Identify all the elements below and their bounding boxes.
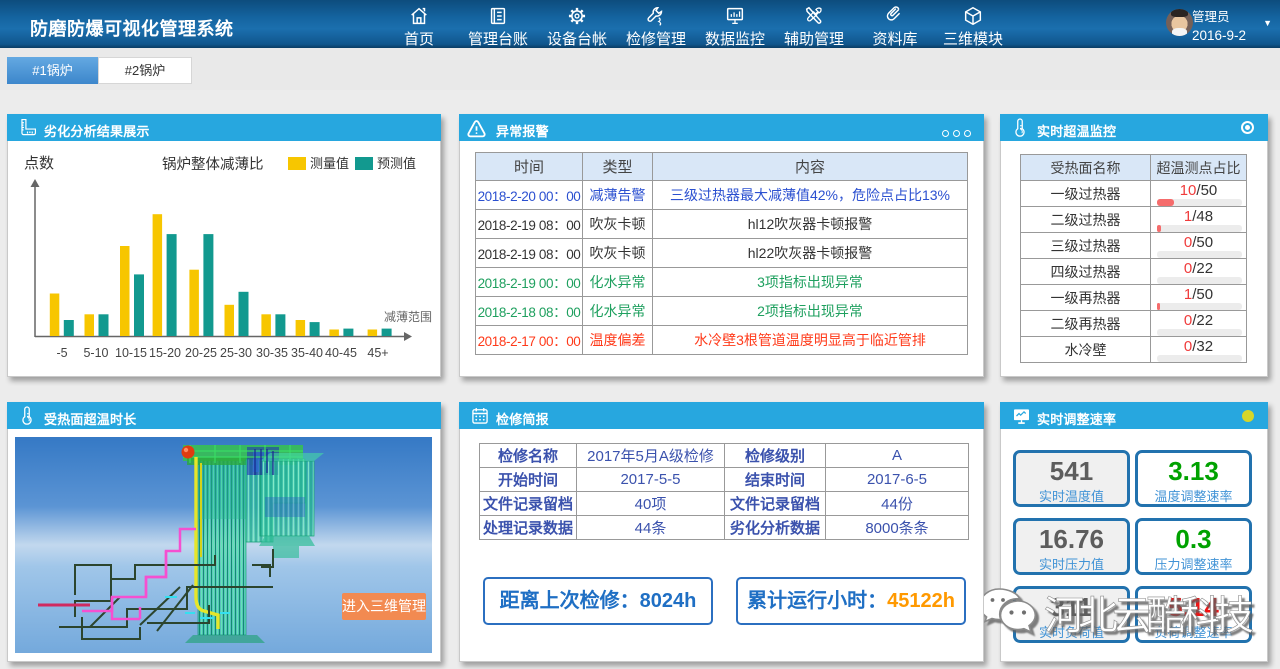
svg-text:10-15: 10-15 [115,346,147,360]
svg-text:30-35: 30-35 [256,346,288,360]
svg-text:40-45: 40-45 [325,346,357,360]
svg-text:45+: 45+ [367,346,388,360]
svg-text:点数: 点数 [24,155,54,172]
svg-text:35-40: 35-40 [291,346,323,360]
svg-text:15-20: 15-20 [149,346,181,360]
svg-text:-5: -5 [56,346,67,360]
svg-text:河北云酷科技: 河北云酷科技 [1044,594,1253,638]
svg-text:预测值: 预测值 [377,156,416,171]
svg-text:测量值: 测量值 [310,156,349,171]
svg-text:减薄范围: 减薄范围 [384,309,432,324]
svg-text:25-30: 25-30 [220,346,252,360]
svg-text:20-25: 20-25 [185,346,217,360]
svg-text:5-10: 5-10 [83,346,108,360]
svg-text:锅炉整体减薄比: 锅炉整体减薄比 [162,156,264,173]
